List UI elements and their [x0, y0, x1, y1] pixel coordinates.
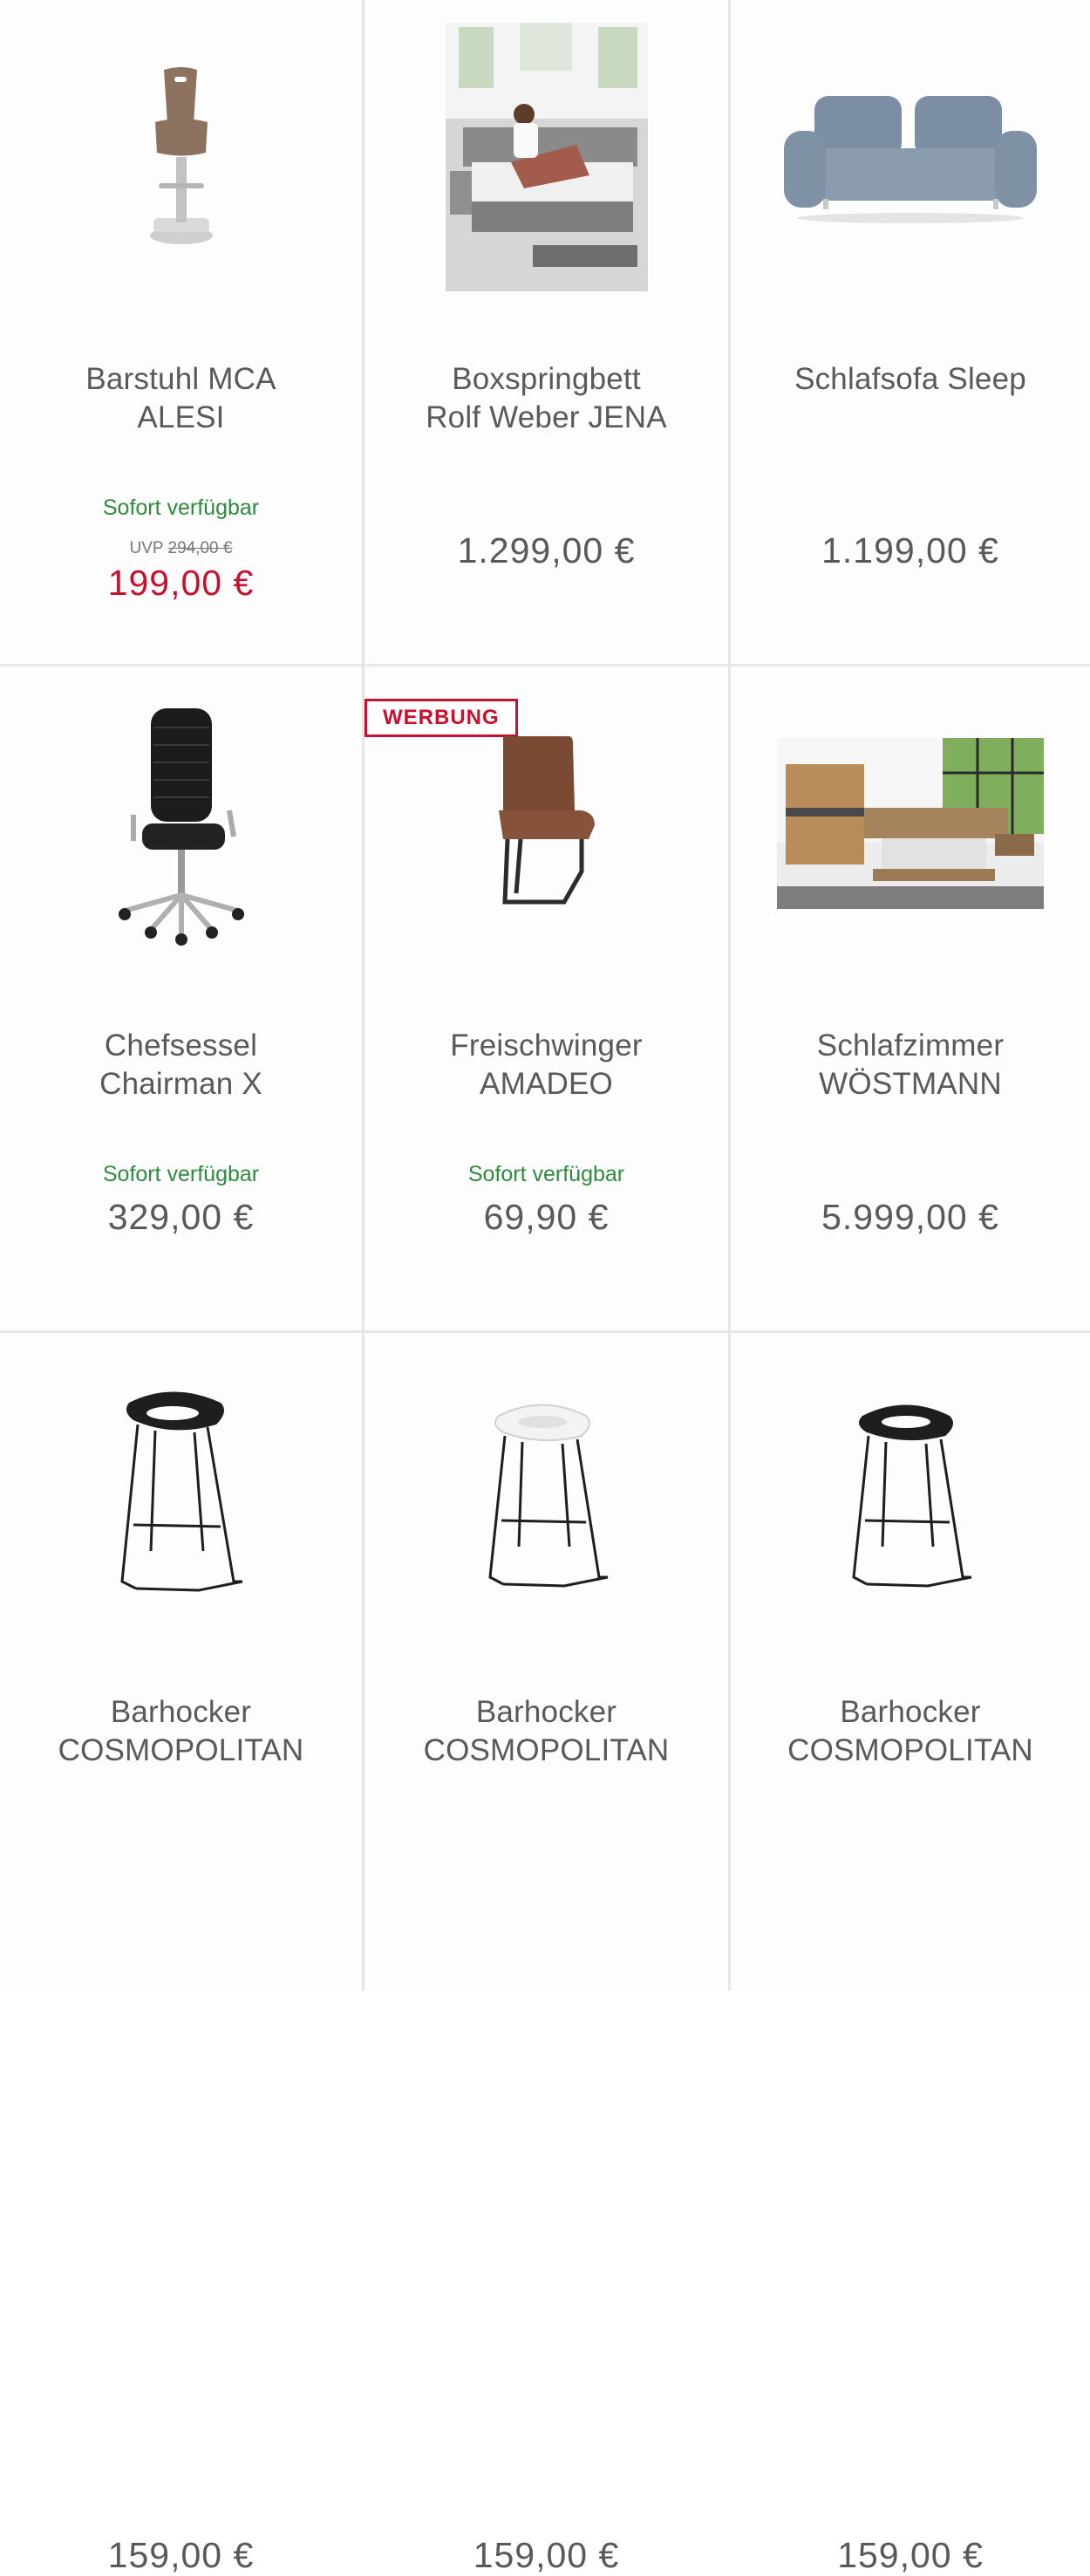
product-card[interactable]: Barhocker COSMOPOLITAN 159,00 €: [0, 1333, 364, 2575]
uvp-price: UVP 294,00 €: [0, 539, 362, 558]
product-title[interactable]: Boxspringbett Rolf Weber JENA: [382, 360, 711, 437]
product-card[interactable]: Chefsessel Chairman X Sofort verfügbar 3…: [0, 666, 364, 1333]
product-card[interactable]: WERBUNG Freischwinger AMADEO Sofort verf…: [364, 666, 731, 1333]
product-card[interactable]: Boxspringbett Rolf Weber JENA 1.299,00 €: [364, 0, 731, 666]
product-image-barhocker-black[interactable]: [0, 1333, 362, 1647]
uvp-label: UVP: [129, 539, 164, 557]
sofa-image: [784, 96, 1037, 223]
cantilever-chair-image: [498, 736, 595, 905]
product-title[interactable]: Schlafsofa Sleep: [748, 360, 1073, 399]
barstool-black-image: [119, 1391, 242, 1592]
product-image-office-chair[interactable]: [0, 666, 362, 981]
product-price: 69,90 €: [483, 1197, 610, 1237]
product-image-barstool[interactable]: [0, 0, 362, 314]
product-price: 5.999,00 €: [821, 1197, 999, 1237]
boxspring-bed-image: [445, 23, 648, 291]
product-price: 1.199,00 €: [821, 530, 999, 571]
product-title[interactable]: Chefsessel Chairman X: [17, 1027, 344, 1104]
office-chair-image: [118, 708, 244, 946]
barstool-black-image: [852, 1404, 972, 1588]
sale-price: 199,00 €: [107, 563, 255, 603]
product-image-barhocker-black-2[interactable]: [731, 1333, 1090, 1647]
availability-label: Sofort verfügbar: [102, 495, 260, 520]
product-title[interactable]: Barstuhl MCA ALESI: [17, 360, 344, 437]
bedroom-set-image: [777, 738, 1044, 909]
uvp-old-price: 294,00 €: [167, 539, 233, 557]
product-title[interactable]: Schlafzimmer WÖSTMANN: [748, 1027, 1073, 1104]
product-image-barhocker-white[interactable]: [364, 1333, 728, 1647]
product-image-boxspring[interactable]: [364, 0, 728, 314]
barstool-image: [149, 67, 213, 244]
product-price: 159,00 €: [837, 2535, 984, 2575]
product-price: 329,00 €: [107, 1197, 255, 1237]
product-card[interactable]: Schlafzimmer WÖSTMANN 5.999,00 €: [731, 666, 1090, 1333]
product-price: 1.299,00 €: [457, 530, 636, 571]
product-card[interactable]: Schlafsofa Sleep 1.199,00 €: [731, 0, 1090, 666]
product-title[interactable]: Freischwinger AMADEO: [382, 1027, 711, 1104]
product-title[interactable]: Barhocker COSMOPOLITAN: [17, 1693, 344, 1770]
product-grid: Barstuhl MCA ALESI Sofort verfügbar UVP …: [0, 0, 1090, 2575]
product-title[interactable]: Barhocker COSMOPOLITAN: [748, 1693, 1073, 1770]
availability-label: Sofort verfügbar: [467, 1162, 625, 1186]
product-image-bedroom[interactable]: [731, 666, 1090, 981]
barstool-white-image: [487, 1404, 608, 1588]
product-card[interactable]: Barhocker COSMOPOLITAN 159,00 €: [364, 1333, 731, 2575]
availability-label: Sofort verfügbar: [102, 1162, 260, 1186]
product-price: 159,00 €: [473, 2535, 620, 2575]
product-price: 159,00 €: [107, 2535, 255, 2575]
product-image-sofa[interactable]: [731, 0, 1090, 314]
product-image-cantilever-chair[interactable]: [364, 666, 728, 981]
product-title[interactable]: Barhocker COSMOPOLITAN: [382, 1693, 711, 1770]
product-card[interactable]: Barstuhl MCA ALESI Sofort verfügbar UVP …: [0, 0, 364, 666]
product-card[interactable]: Barhocker COSMOPOLITAN 159,00 €: [731, 1333, 1090, 2575]
